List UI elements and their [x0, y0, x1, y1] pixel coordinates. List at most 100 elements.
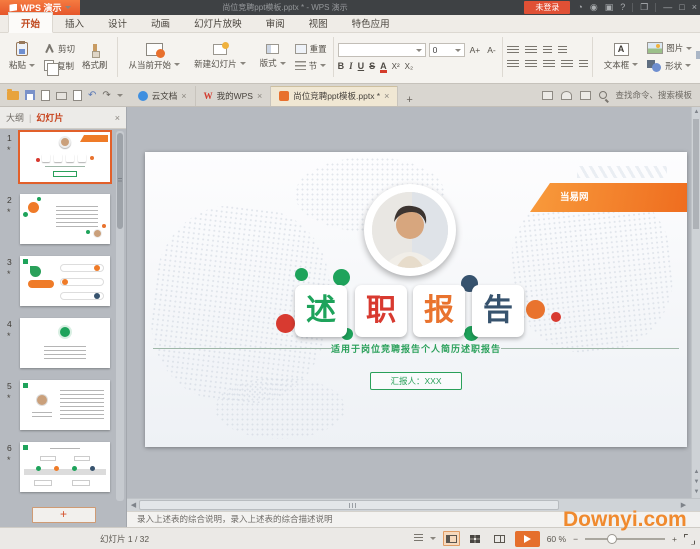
cut-button[interactable]: 剪切: [42, 42, 77, 56]
bullets-button[interactable]: [507, 46, 519, 55]
copy-button[interactable]: 复制: [42, 59, 77, 73]
add-slide-button[interactable]: +: [32, 507, 96, 523]
slides-tab[interactable]: 幻灯片: [36, 111, 63, 124]
settings-icon[interactable]: ◉: [590, 0, 598, 15]
new-slide-button[interactable]: 新建幻灯片: [187, 44, 253, 71]
line-spacing-button[interactable]: [579, 60, 588, 69]
tab-special-features[interactable]: 特色应用: [340, 13, 402, 32]
assistant-icon[interactable]: [561, 91, 572, 100]
login-button[interactable]: 未登录: [524, 1, 570, 14]
slide-1-canvas[interactable]: 当易网 述 职 报 告: [145, 152, 687, 447]
paste-button[interactable]: 粘贴: [2, 42, 42, 72]
tab-view[interactable]: 视图: [297, 13, 340, 32]
zoom-slider-handle[interactable]: [607, 534, 617, 544]
superscript-button[interactable]: X²: [392, 62, 400, 71]
tab-design[interactable]: 设计: [96, 13, 139, 32]
slide-thumbnail-4[interactable]: 4 *: [0, 315, 114, 377]
zoom-out-button[interactable]: −: [573, 534, 578, 544]
close-tab-icon[interactable]: ×: [257, 91, 262, 101]
vertical-scrollbar[interactable]: ▲ ▲ ▼ ▼: [691, 107, 700, 498]
sidebar-scrollbar[interactable]: [116, 131, 124, 501]
tab-insert[interactable]: 插入: [53, 13, 96, 32]
title-tile-4[interactable]: 告: [472, 285, 524, 337]
layout-button[interactable]: 版式: [253, 44, 293, 70]
font-name-combobox[interactable]: [338, 43, 426, 57]
slide-thumbnail-3[interactable]: 3 *: [0, 253, 114, 315]
profile-photo[interactable]: [364, 184, 456, 276]
minimize-button[interactable]: —: [663, 0, 672, 15]
fit-to-window-icon[interactable]: [684, 534, 694, 544]
previous-slide-icon[interactable]: ▲: [693, 469, 700, 476]
brand-banner[interactable]: 当易网: [530, 183, 687, 212]
theme-icon[interactable]: ◔: [577, 0, 582, 15]
bold-button[interactable]: B: [338, 61, 345, 71]
editing-canvas[interactable]: 当易网 述 职 报 告: [127, 107, 700, 498]
slide-subtitle[interactable]: 适用于岗位竞聘报告个人简历述职报告: [145, 342, 687, 355]
tab-home[interactable]: 开始: [8, 12, 53, 33]
font-size-combobox[interactable]: 0: [429, 43, 465, 57]
reading-view-button[interactable]: [491, 531, 508, 546]
align-right-button[interactable]: [543, 60, 555, 69]
maximize-button[interactable]: □: [679, 0, 684, 15]
message-icon[interactable]: [542, 91, 553, 100]
slide-thumbnail-1[interactable]: 1 *: [0, 129, 114, 191]
share-icon[interactable]: [580, 91, 591, 100]
outline-tab[interactable]: 大纲: [6, 111, 24, 124]
subscript-button[interactable]: X₂: [405, 62, 413, 71]
redo-icon[interactable]: ↷: [102, 90, 110, 101]
scroll-left-icon[interactable]: ◀: [129, 501, 138, 510]
align-left-button[interactable]: [507, 60, 519, 69]
notes-toggle-icon[interactable]: [414, 534, 423, 543]
title-tile-3[interactable]: 报: [413, 285, 465, 337]
slide-sorter-view-button[interactable]: [467, 531, 484, 546]
format-painter-button[interactable]: 格式刷: [77, 44, 113, 71]
doc-tab-current[interactable]: 尚位竞聘ppt模板.pptx * ×: [271, 86, 398, 106]
new-tab-button[interactable]: +: [398, 94, 420, 106]
search-input[interactable]: 查找命令、搜索模板: [615, 89, 692, 101]
tab-slideshow[interactable]: 幻灯片放映: [182, 13, 254, 32]
reset-button[interactable]: 重置: [293, 42, 329, 56]
scroll-down-icon[interactable]: ▼: [693, 489, 700, 496]
title-tile-2[interactable]: 职: [355, 285, 407, 337]
export-icon[interactable]: [41, 90, 50, 101]
play-from-current-button[interactable]: 从当前开始: [122, 43, 188, 72]
italic-button[interactable]: I: [349, 61, 353, 71]
open-file-icon[interactable]: [7, 91, 19, 100]
justify-button[interactable]: [561, 60, 573, 69]
textbox-button[interactable]: A 文本框: [597, 43, 646, 72]
zoom-slider[interactable]: [585, 538, 665, 540]
undo-icon[interactable]: ↶: [88, 90, 96, 101]
print-preview-icon[interactable]: [73, 90, 82, 101]
help-button[interactable]: ?: [620, 0, 625, 15]
play-slideshow-button[interactable]: [515, 531, 540, 547]
reporter-box[interactable]: 汇报人：XXX: [370, 372, 462, 390]
zoom-in-button[interactable]: +: [672, 534, 677, 544]
font-color-button[interactable]: A: [380, 61, 387, 71]
picture-button[interactable]: 图片: [645, 41, 694, 55]
scroll-up-icon[interactable]: ▲: [693, 109, 700, 116]
decrease-indent-button[interactable]: [543, 46, 552, 55]
doc-tab-cloud[interactable]: 云文档 ×: [130, 86, 196, 106]
arrange-button[interactable]: 排列: [694, 50, 700, 64]
align-center-button[interactable]: [525, 60, 537, 69]
title-tile-1[interactable]: 述: [295, 285, 347, 337]
increase-indent-button[interactable]: [558, 46, 567, 55]
section-button[interactable]: 节: [293, 59, 329, 73]
tab-review[interactable]: 审阅: [254, 13, 297, 32]
strikethrough-button[interactable]: S: [369, 61, 375, 71]
save-icon[interactable]: [25, 90, 35, 100]
close-tab-icon[interactable]: ×: [384, 91, 389, 101]
shapes-button[interactable]: 形状: [645, 58, 694, 73]
decrease-font-button[interactable]: A-: [485, 44, 498, 56]
close-panel-icon[interactable]: ×: [115, 113, 120, 123]
feedback-icon[interactable]: ▣: [605, 0, 614, 15]
slide-thumbnail-2[interactable]: 2 *: [0, 191, 114, 253]
chevron-down-icon[interactable]: [430, 537, 436, 540]
numbering-button[interactable]: [525, 46, 537, 55]
underline-button[interactable]: U: [358, 61, 365, 71]
vertical-scroll-thumb[interactable]: [693, 119, 699, 229]
horizontal-scroll-thumb[interactable]: [139, 500, 559, 510]
normal-view-button[interactable]: [443, 531, 460, 546]
slide-thumbnail-6[interactable]: 6 *: [0, 439, 114, 501]
tab-animation[interactable]: 动画: [139, 13, 182, 32]
